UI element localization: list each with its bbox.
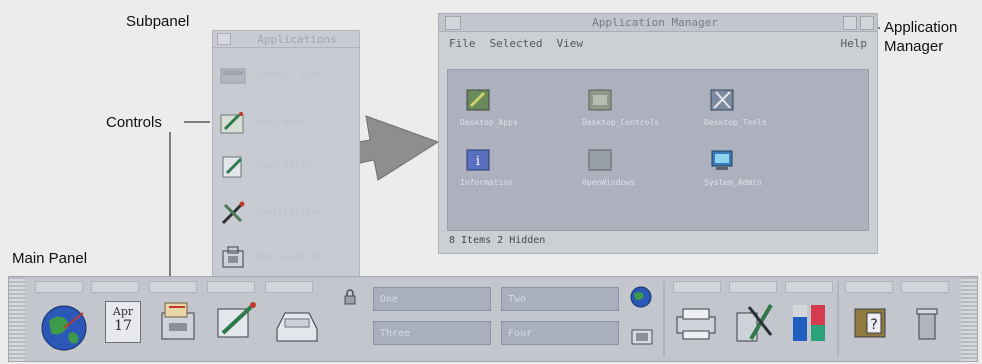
- information-icon: i: [466, 148, 490, 172]
- subpanel-item-label: Text Editor: [255, 162, 317, 172]
- subpanel-tab-mail[interactable]: [265, 281, 313, 293]
- subpanel-item-install-icon[interactable]: Install Icon: [219, 57, 351, 93]
- globe-small-icon[interactable]: [629, 285, 653, 314]
- subpanel-item-label: Applications: [255, 208, 323, 218]
- menu-help[interactable]: Help: [841, 37, 868, 50]
- workspace-button-two[interactable]: Two: [501, 287, 619, 311]
- desktop-tools-icon: [710, 88, 734, 112]
- app-manager-file-area: Desktop_Apps Desktop_Controls Desktop_To…: [447, 69, 869, 231]
- subpanel-tab-files[interactable]: [149, 281, 197, 293]
- folder-label: Information: [460, 178, 513, 187]
- app-tools-icon: [219, 199, 247, 227]
- text-note-icon: [219, 109, 247, 137]
- svg-text:?: ?: [870, 317, 877, 333]
- folder-desktop-tools[interactable]: Desktop_Tools: [704, 88, 824, 128]
- workspace-button-four[interactable]: Four: [501, 321, 619, 345]
- folder-label: System_Admin: [704, 178, 762, 187]
- folder-label: Desktop_Tools: [704, 118, 767, 127]
- lock-icon[interactable]: [343, 289, 357, 310]
- folder-system-admin[interactable]: System_Admin: [704, 148, 824, 188]
- openwindows-icon: [588, 148, 612, 172]
- subpanel-tab-performance[interactable]: [785, 281, 833, 293]
- svg-text:i: i: [476, 154, 480, 169]
- panel-separator: [663, 281, 665, 357]
- menu-selected[interactable]: Selected: [490, 37, 543, 50]
- text-editor-icon: [219, 153, 247, 181]
- performance-meter-icon: [793, 305, 825, 341]
- calendar-day: 17: [114, 318, 132, 334]
- trash-control[interactable]: [915, 307, 939, 346]
- workspace-button-three[interactable]: Three: [373, 321, 491, 345]
- file-drawer-icon: [161, 302, 195, 340]
- applications-subpanel: Applications Install Icon Text Note Text…: [212, 30, 360, 278]
- performance-meter[interactable]: [791, 303, 829, 348]
- install-icon: [219, 61, 247, 89]
- minimize-button[interactable]: [843, 15, 857, 30]
- calendar-icon[interactable]: Apr 17: [105, 301, 141, 343]
- subpanel-tab-calendar[interactable]: [91, 281, 139, 293]
- menu-view[interactable]: View: [556, 37, 583, 50]
- subpanel-tab-trash[interactable]: [901, 281, 949, 293]
- desktop-controls-icon: [588, 88, 612, 112]
- folder-openwindows[interactable]: OpenWindows: [582, 148, 702, 188]
- subpanel-tab-applications[interactable]: [207, 281, 255, 293]
- maximize-button[interactable]: [860, 15, 874, 30]
- folder-label: Desktop_Controls: [582, 118, 660, 127]
- folder-label: Desktop_Apps: [460, 118, 518, 127]
- subpanel-item-applications[interactable]: Applications: [219, 239, 351, 275]
- subpanel-close-knob[interactable]: [217, 33, 231, 45]
- mail-control[interactable]: [275, 309, 319, 350]
- panel-separator: [837, 281, 839, 357]
- subpanel-title: Applications: [257, 32, 337, 46]
- folder-desktop-apps[interactable]: Desktop_Apps: [460, 88, 580, 128]
- window-menu-button[interactable]: [445, 15, 461, 30]
- front-panel-left-handle[interactable]: [9, 277, 25, 361]
- desktop-apps-icon: [466, 88, 490, 112]
- workspace-button-one[interactable]: One: [373, 287, 491, 311]
- folder-label: OpenWindows: [582, 178, 635, 187]
- mail-tray-icon: [276, 312, 318, 342]
- subpanel-tab-clock[interactable]: [35, 281, 83, 293]
- subpanel-item-text-note[interactable]: Text Note: [219, 105, 351, 141]
- subpanel-tab-help[interactable]: [845, 281, 893, 293]
- text-editor-icon: [217, 302, 256, 338]
- subpanel-item-app-tools[interactable]: Applications: [219, 195, 351, 231]
- text-editor-control[interactable]: [215, 299, 259, 350]
- app-manager-title: Application Manager: [592, 16, 718, 29]
- printer-icon: [676, 308, 716, 340]
- subpanel-titlebar[interactable]: Applications: [213, 31, 359, 48]
- front-panel-right-handle[interactable]: [961, 277, 977, 361]
- folder-information[interactable]: i Information: [460, 148, 580, 188]
- desktop-tools-icon: [736, 303, 773, 342]
- subpanel-tab-tools[interactable]: [729, 281, 777, 293]
- applications-icon: [219, 243, 247, 271]
- subpanel-tab-printers[interactable]: [673, 281, 721, 293]
- trash-can-icon: [916, 308, 938, 340]
- subpanel-item-label: Text Note: [255, 118, 306, 128]
- file-manager-control[interactable]: [159, 299, 199, 348]
- globe-icon: [41, 305, 87, 351]
- app-manager-menubar: File Selected View Help: [439, 32, 877, 54]
- tools-control[interactable]: [731, 299, 775, 350]
- printer-control[interactable]: [673, 307, 719, 346]
- subpanel-item-label: Applications: [255, 252, 323, 262]
- globe-clock-control[interactable]: [39, 303, 89, 358]
- subpanel-item-text-editor[interactable]: Text Editor: [219, 149, 351, 185]
- subpanel-item-label: Install Icon: [255, 70, 323, 80]
- folder-desktop-controls[interactable]: Desktop_Controls: [582, 88, 702, 128]
- calendar-month: Apr: [112, 305, 134, 318]
- application-manager-window: Application Manager File Selected View H…: [438, 13, 878, 254]
- help-control[interactable]: ?: [851, 305, 891, 346]
- front-panel: Apr 17 One Two Three Four ?: [8, 276, 978, 362]
- app-manager-titlebar[interactable]: Application Manager: [439, 14, 877, 32]
- app-manager-status: 8 Items 2 Hidden: [449, 235, 546, 246]
- help-book-icon: ?: [854, 308, 886, 338]
- exit-icon[interactable]: [631, 329, 653, 350]
- menu-file[interactable]: File: [449, 37, 476, 50]
- system-admin-icon: [710, 148, 734, 172]
